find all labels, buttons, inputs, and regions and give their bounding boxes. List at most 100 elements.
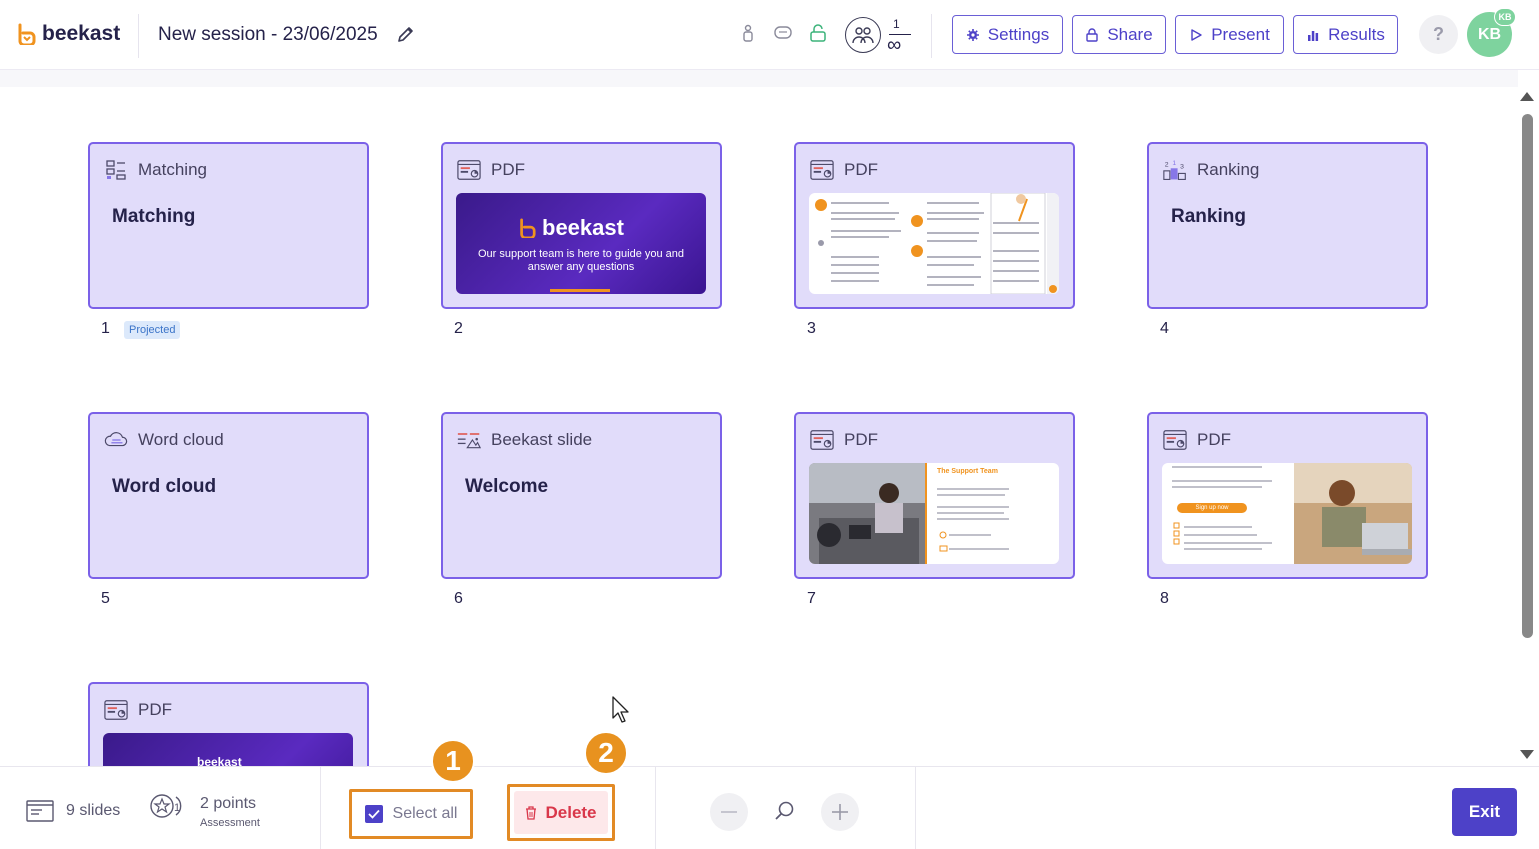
results-label: Results (1328, 24, 1385, 44)
slide-thumbnail: beekast Our support team is here to guid… (456, 193, 706, 294)
scroll-up-arrow-icon[interactable] (1520, 92, 1534, 101)
slide-card[interactable]: PDF The Support Team (794, 412, 1075, 579)
gear-icon (966, 28, 979, 41)
content-header-strip (0, 70, 1518, 87)
points-value: 2 points (200, 795, 257, 812)
delete-label: Delete (545, 802, 597, 822)
slide-type-label: Beekast slide (491, 430, 593, 449)
results-button[interactable]: Results (1293, 15, 1398, 54)
participants-current: 1 (893, 17, 900, 31)
slide-type: PDF (457, 158, 525, 182)
divider (138, 14, 139, 58)
person-icon[interactable] (738, 22, 758, 44)
word-cloud-icon (104, 428, 128, 452)
step-badge-1: 1 (431, 739, 475, 783)
ranking-icon: 213 (1163, 158, 1187, 182)
lock-icon (1086, 27, 1099, 42)
slide-card[interactable]: 213 Ranking Ranking (1147, 142, 1428, 309)
star-points-icon: 1 (150, 794, 182, 818)
bottom-toolbar: 9 slides 1 2 points Assessment Select al… (0, 766, 1539, 849)
bar-chart-icon (1308, 30, 1319, 41)
participants-icon (845, 17, 881, 53)
slide-card[interactable]: Word cloud Word cloud (88, 412, 369, 579)
thumb-logo: beekast (518, 215, 624, 241)
slide-type: Word cloud (104, 428, 224, 452)
share-label: Share (1107, 24, 1153, 44)
settings-button[interactable]: Settings (952, 15, 1063, 54)
select-all-label: Select all (392, 805, 458, 822)
slide-number: 6 (454, 590, 463, 607)
present-label: Present (1211, 24, 1270, 44)
slide-number: 2 (454, 320, 463, 337)
trash-icon (526, 805, 537, 820)
help-button[interactable]: ? (1419, 15, 1458, 54)
pdf-icon (810, 428, 834, 452)
slide-type-label: Matching (138, 160, 207, 179)
slide-card[interactable]: PDF beekast Our support team is here to … (441, 142, 722, 309)
thumb-brand: beekast (197, 755, 242, 766)
slide-number: 1 (101, 320, 110, 337)
pdf-icon (1163, 428, 1187, 452)
svg-text:1: 1 (174, 802, 180, 814)
magnifier-icon[interactable] (774, 800, 796, 822)
slide-card[interactable]: PDF (794, 142, 1075, 309)
exit-button[interactable]: Exit (1452, 788, 1517, 836)
scroll-down-arrow-icon[interactable] (1520, 750, 1534, 759)
participants-counter[interactable]: 1 ∞ (845, 17, 929, 56)
slide-type: PDF (104, 698, 172, 722)
logo-text: beekast (42, 22, 121, 45)
present-button[interactable]: Present (1175, 15, 1284, 54)
slide-type-label: Word cloud (138, 430, 224, 449)
delete-button-inner[interactable]: Delete (514, 791, 608, 834)
slide-card[interactable]: Beekast slide Welcome (441, 412, 722, 579)
slide-card[interactable]: PDF Sign up now (1147, 412, 1428, 579)
pdf-icon (810, 158, 834, 182)
zoom-in-button[interactable] (821, 793, 859, 831)
slide-thumbnail: The Support Team (809, 463, 1059, 564)
slide-type-label: PDF (138, 700, 172, 719)
slides-count: 9 slides (26, 800, 120, 822)
slide-thumbnail (809, 193, 1059, 294)
slide-type: PDF (810, 158, 878, 182)
slide-title: Ranking (1171, 206, 1246, 227)
select-all-checkbox[interactable] (364, 805, 383, 823)
slide-type: Matching (104, 158, 207, 182)
scroll-thumb[interactable] (1522, 114, 1533, 638)
slide-number: 7 (807, 590, 816, 607)
slide-number: 8 (1160, 590, 1169, 607)
pencil-icon[interactable] (396, 24, 416, 44)
share-button[interactable]: Share (1072, 15, 1166, 54)
divider (931, 14, 932, 58)
slide-card[interactable]: Matching Matching (88, 142, 369, 309)
divider (915, 767, 916, 849)
delete-button[interactable]: Delete (507, 784, 615, 841)
slides-grid: Matching Matching 1 Projected PDF beekas… (0, 70, 1518, 766)
avatar-badge: KB (1494, 8, 1516, 26)
svg-text:1: 1 (1172, 160, 1176, 167)
slide-type-label: PDF (491, 160, 525, 179)
beekast-logo[interactable]: beekast (16, 22, 120, 46)
slide-thumbnail: beekast (103, 733, 353, 766)
projected-badge: Projected (124, 321, 181, 339)
slide-title: Word cloud (112, 476, 217, 497)
slide-type: Beekast slide (457, 428, 592, 452)
session-title[interactable]: New session - 23/06/2025 (158, 24, 378, 46)
points-label: Assessment (200, 817, 260, 829)
divider (655, 767, 656, 849)
lock-open-icon[interactable] (808, 22, 828, 44)
beekast-logo-icon (520, 218, 536, 238)
select-all-button[interactable]: Select all (349, 789, 473, 839)
minus-icon (721, 811, 737, 813)
points-summary: 1 2 points Assessment (150, 793, 260, 829)
play-icon (1191, 28, 1202, 41)
plus-icon (832, 804, 848, 820)
slide-type: PDF (1163, 428, 1231, 452)
training-photo-image (1172, 463, 1412, 564)
slide-card[interactable]: PDF beekast (88, 682, 369, 766)
thumb-heading: The Support Team (937, 468, 998, 475)
settings-label: Settings (987, 24, 1050, 44)
thumb-brand: beekast (542, 215, 624, 240)
chat-icon[interactable] (773, 22, 793, 44)
slide-title: Welcome (465, 476, 549, 497)
zoom-out-button[interactable] (710, 793, 748, 831)
